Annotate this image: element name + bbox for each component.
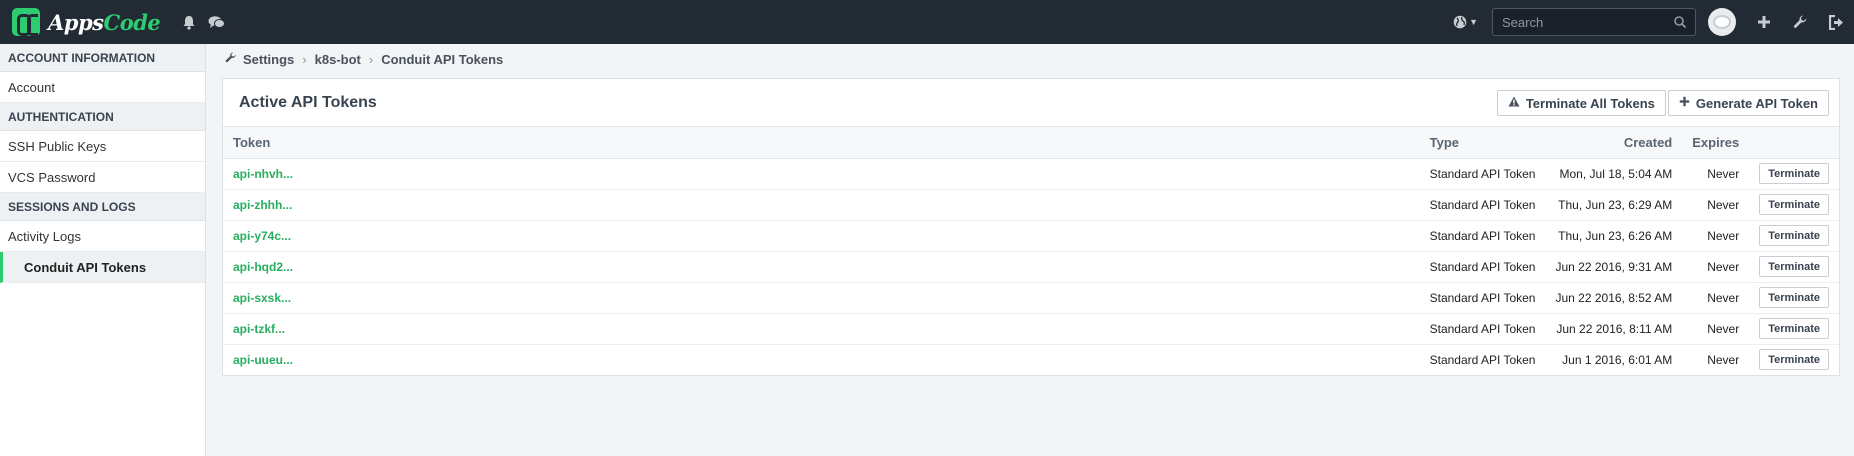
chevron-right-icon: › [302,51,307,67]
wrench-icon[interactable] [1782,15,1818,30]
token-link[interactable]: api-sxsk... [223,282,1420,314]
warning-icon [1508,96,1520,110]
user-avatar[interactable] [1708,8,1736,36]
search-icon[interactable] [1673,15,1687,29]
token-created: Thu, Jun 23, 6:26 AM [1545,220,1683,252]
token-created: Jun 22 2016, 8:11 AM [1545,313,1683,345]
sidebar-item-ssh-public-keys[interactable]: SSH Public Keys [0,131,205,162]
token-link[interactable]: api-nhvh... [223,158,1420,190]
token-type: Standard API Token [1419,251,1546,283]
api-tokens-table: Token Type Created Expires api-nhvh... S… [223,127,1839,375]
terminate-all-tokens-button[interactable]: Terminate All Tokens [1496,90,1666,116]
breadcrumb: Settings › k8s-bot › Conduit API Tokens [225,51,503,67]
breadcrumb-conduit-api-tokens: Conduit API Tokens [381,51,504,67]
terminate-token-button[interactable]: Terminate [1759,349,1829,371]
token-type: Standard API Token [1419,189,1546,221]
logout-icon[interactable] [1818,14,1854,30]
globe-icon [1453,15,1467,29]
sidebar-item-account[interactable]: Account [0,72,205,103]
table-row: api-tzkf... Standard API Token Jun 22 20… [223,313,1839,345]
token-created: Mon, Jul 18, 5:04 AM [1545,158,1683,190]
settings-sidebar: ACCOUNT INFORMATION Account AUTHENTICATI… [0,44,206,456]
column-header-created[interactable]: Created [1545,127,1683,159]
token-expires: Never [1682,313,1750,345]
appscode-logo[interactable]: AppsCode [12,8,161,36]
terminate-all-tokens-label: Terminate All Tokens [1525,95,1655,111]
generate-api-token-button[interactable]: Generate API Token [1667,90,1829,116]
token-expires: Never [1682,282,1750,314]
token-created: Jun 1 2016, 6:01 AM [1562,352,1673,367]
token-expires: Never [1707,352,1740,367]
terminate-token-button[interactable]: Terminate [1759,256,1829,277]
table-header-row: Token Type Created Expires [223,127,1839,159]
search-box [1492,8,1696,36]
token-type: Standard API Token [1419,282,1546,314]
wrench-icon [225,51,237,67]
search-input[interactable] [1493,9,1695,35]
token-type: Standard API Token [1419,158,1546,190]
sidebar-header-sessions-and-logs: SESSIONS AND LOGS [0,193,205,221]
table-row: api-nhvh... Standard API Token Mon, Jul … [223,158,1839,190]
terminate-token-button[interactable]: Terminate [1759,194,1829,215]
token-created: Jun 22 2016, 8:52 AM [1545,282,1683,314]
language-globe-dropdown[interactable]: ▼ [1453,15,1478,29]
terminate-token-button[interactable]: Terminate [1759,225,1829,246]
bell-icon[interactable] [182,15,196,30]
table-row: api-uueu... Standard API Token Jun 1 201… [223,344,1839,375]
token-link[interactable]: api-tzkf... [223,313,1420,345]
token-link[interactable]: api-hqd2... [223,251,1420,283]
table-row: api-y74c... Standard API Token Thu, Jun … [223,220,1839,252]
sidebar-item-activity-logs[interactable]: Activity Logs [0,221,205,252]
token-expires: Never [1682,189,1750,221]
sidebar-header-account-information: ACCOUNT INFORMATION [0,44,205,72]
table-row: api-zhhh... Standard API Token Thu, Jun … [223,189,1839,221]
terminate-token-button[interactable]: Terminate [1759,318,1829,339]
logo-mark-icon [12,8,40,36]
column-header-actions [1749,127,1839,159]
api-tokens-panel: Active API Tokens Terminate All Tokens G… [222,78,1840,376]
chevron-right-icon: › [368,51,374,67]
sidebar-item-conduit-api-tokens[interactable]: Conduit API Tokens [0,252,205,283]
panel-title: Active API Tokens [239,93,377,111]
token-created: Jun 22 2016, 9:31 AM [1545,251,1683,283]
token-type: Standard API Token [1429,352,1536,367]
generate-api-token-label: Generate API Token [1695,95,1818,111]
column-header-token[interactable]: Token [223,127,1420,159]
token-link[interactable]: api-zhhh... [223,189,1420,221]
token-created: Thu, Jun 23, 6:29 AM [1545,189,1683,221]
token-link[interactable]: api-uueu... [223,344,1420,375]
table-row: api-hqd2... Standard API Token Jun 22 20… [223,251,1839,283]
token-link[interactable]: api-y74c... [223,220,1420,252]
token-type: Standard API Token [1419,220,1546,252]
token-expires: Never [1682,220,1750,252]
breadcrumb-settings[interactable]: Settings [243,52,294,67]
sidebar-item-vcs-password[interactable]: VCS Password [0,162,205,193]
token-expires: Never [1682,158,1750,190]
chat-icon[interactable] [208,15,226,30]
token-expires: Never [1682,251,1750,283]
plus-icon [1679,96,1690,110]
panel-header: Active API Tokens Terminate All Tokens G… [223,79,1839,127]
column-header-expires[interactable]: Expires [1682,127,1750,159]
top-navigation-bar: AppsCode ▼ [0,0,1854,44]
sidebar-header-authentication: AUTHENTICATION [0,103,205,131]
breadcrumb-k8s-bot[interactable]: k8s-bot [315,52,361,67]
terminate-token-button[interactable]: Terminate [1759,163,1829,184]
column-header-type[interactable]: Type [1419,127,1546,159]
terminate-token-button[interactable]: Terminate [1759,287,1829,308]
token-type: Standard API Token [1419,313,1546,345]
chevron-down-icon: ▼ [1469,17,1478,27]
plus-icon[interactable] [1746,15,1782,29]
logo-text: AppsCode [48,9,161,35]
table-row: api-sxsk... Standard API Token Jun 22 20… [223,282,1839,314]
